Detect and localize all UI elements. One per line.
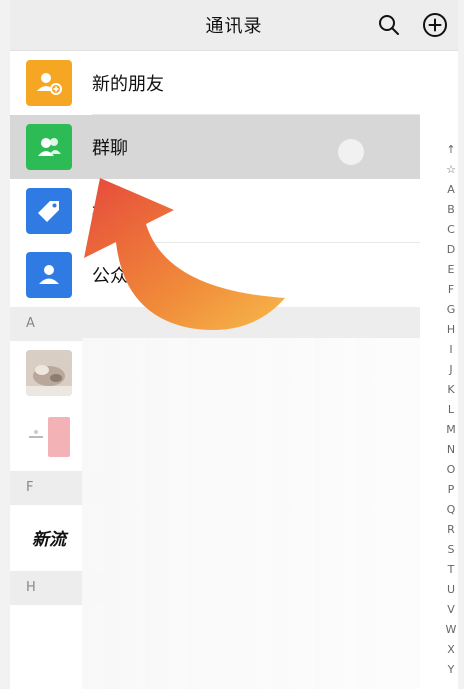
obscured-contact-names (82, 338, 420, 689)
contact-avatar (26, 414, 72, 460)
tags-label: 标 (92, 202, 110, 223)
tags-item[interactable]: 标 (10, 179, 420, 243)
index-letter[interactable]: N (440, 440, 462, 460)
index-letter[interactable]: Y (440, 660, 462, 680)
index-letter[interactable]: ↑ (440, 140, 462, 160)
index-letter[interactable]: S (440, 540, 462, 560)
section-letter: A (26, 316, 35, 331)
index-letter[interactable]: D (440, 240, 462, 260)
tag-icon (26, 188, 72, 234)
search-button[interactable] (374, 10, 404, 40)
new-friends-label: 新的朋友 (92, 74, 164, 95)
index-letter[interactable]: E (440, 260, 462, 280)
search-icon (379, 15, 399, 35)
touch-indicator (338, 139, 364, 165)
alphabet-index-bar[interactable]: ↑ ☆ A B C D E F G H I J K L M N O P Q R S T U V W X Y (440, 140, 462, 688)
add-button[interactable] (420, 10, 450, 40)
index-letter[interactable]: A (440, 180, 462, 200)
index-letter[interactable]: K (440, 380, 462, 400)
group-chat-label: 群聊 (92, 138, 128, 159)
top-header: 通讯录 (10, 0, 458, 51)
index-letter[interactable]: P (440, 480, 462, 500)
index-letter[interactable]: M (440, 420, 462, 440)
index-letter[interactable]: X (440, 640, 462, 660)
index-letter[interactable]: W (440, 620, 462, 640)
group-chat-icon (26, 124, 72, 170)
official-accounts-item[interactable]: 公众 (10, 243, 420, 307)
plus-circle-icon (423, 13, 447, 37)
left-edge (0, 0, 10, 689)
index-letter[interactable]: F (440, 280, 462, 300)
index-letter[interactable]: R (440, 520, 462, 540)
section-header-a: A (10, 307, 420, 341)
contacts-screen: 通讯录 新的朋友 群聊 标 公众 A F 新流 H ↑ ☆ A B C D E … (0, 0, 464, 689)
index-letter[interactable]: H (440, 320, 462, 340)
index-letter[interactable]: J (440, 360, 462, 380)
new-friend-icon (26, 60, 72, 106)
contact-avatar: 新流 (26, 514, 72, 560)
contact-avatar (26, 350, 72, 396)
section-letter: F (26, 480, 34, 495)
index-letter[interactable]: O (440, 460, 462, 480)
index-letter[interactable]: U (440, 580, 462, 600)
index-letter[interactable]: Q (440, 500, 462, 520)
index-letter[interactable]: B (440, 200, 462, 220)
section-letter: H (26, 580, 36, 595)
index-letter[interactable]: L (440, 400, 462, 420)
index-letter[interactable]: G (440, 300, 462, 320)
index-letter[interactable]: I (440, 340, 462, 360)
new-friends-item[interactable]: 新的朋友 (10, 51, 420, 115)
index-letter[interactable]: ☆ (440, 160, 462, 180)
index-letter[interactable]: C (440, 220, 462, 240)
avatar-logo-text: 新流 (32, 529, 66, 550)
official-accounts-label: 公众 (92, 266, 128, 287)
index-letter[interactable]: V (440, 600, 462, 620)
index-letter[interactable]: T (440, 560, 462, 580)
official-account-icon (26, 252, 72, 298)
